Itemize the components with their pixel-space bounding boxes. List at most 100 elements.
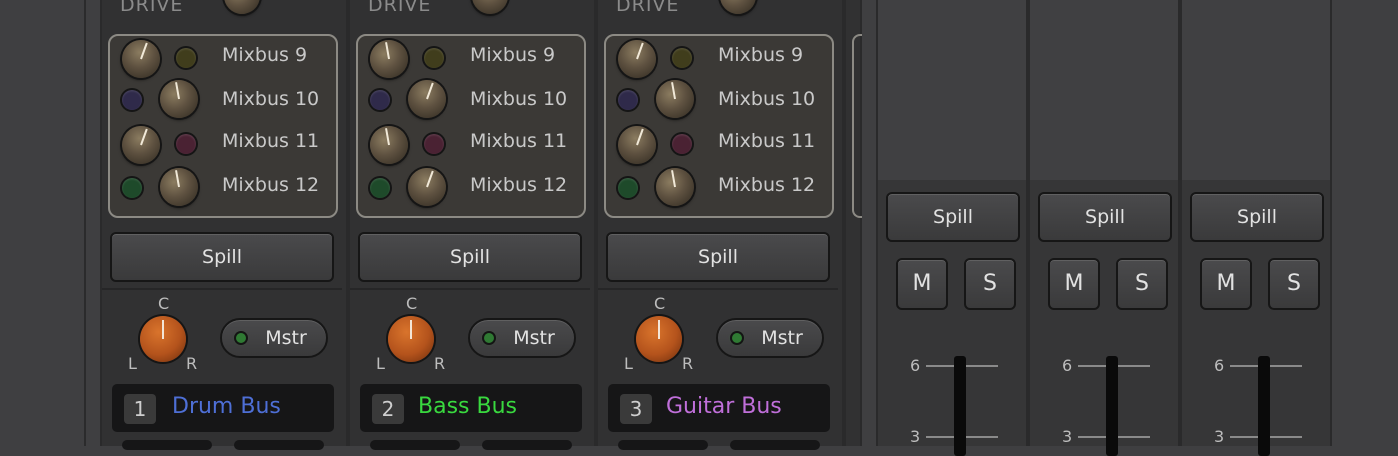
send-knob-mixbus-10[interactable]	[402, 74, 452, 124]
send-knob-mixbus-9[interactable]	[116, 34, 166, 84]
master-assign-led	[236, 333, 246, 343]
fader-track[interactable]	[1258, 356, 1270, 456]
master-assign-label: Mstr	[513, 327, 555, 349]
send-enable-led-mixbus-11[interactable]	[424, 134, 444, 154]
send-knob-mixbus-11[interactable]	[612, 120, 662, 170]
pan-left-label: L	[624, 354, 633, 373]
mute-button[interactable]: M	[896, 258, 948, 310]
send-enable-led-mixbus-12[interactable]	[618, 178, 638, 198]
right-empty-area	[1332, 0, 1398, 446]
send-enable-led-mixbus-10[interactable]	[370, 90, 390, 110]
spill-button[interactable]: Spill	[358, 232, 582, 282]
drive-label: DRIVE	[368, 0, 432, 16]
mixbus-sends-panel-edge	[852, 34, 862, 218]
pan-right-label: R	[434, 354, 446, 373]
fader-track[interactable]	[954, 356, 966, 456]
send-enable-led-mixbus-12[interactable]	[370, 178, 390, 198]
send-knob-mixbus-11[interactable]	[116, 120, 166, 170]
spill-button[interactable]: Spill	[606, 232, 830, 282]
send-label-mixbus-10: Mixbus 10	[718, 88, 816, 110]
send-enable-led-mixbus-10[interactable]	[122, 90, 142, 110]
bus-strip-2: DRIVE Mixbus 9 Mixbus 10 Mixbus 11 Mixbu…	[348, 0, 596, 450]
divider	[350, 288, 590, 290]
pan-knob[interactable]	[636, 316, 682, 362]
send-knob-mixbus-11[interactable]	[366, 122, 412, 168]
bus-name-button[interactable]: 2 Bass Bus	[360, 384, 582, 432]
mixbus-strip-top-area	[1182, 0, 1330, 180]
bus-bottom-button-b[interactable]	[234, 440, 324, 450]
bus-name: Bass Bus	[418, 394, 517, 419]
bus-name-button[interactable]: 1 Drum Bus	[112, 384, 334, 432]
bus-number: 3	[620, 394, 652, 424]
master-assign-button[interactable]: Mstr	[468, 318, 576, 358]
solo-button[interactable]: S	[1268, 258, 1320, 310]
fader-track[interactable]	[1106, 356, 1118, 456]
mixbus-sends-panel: Mixbus 9 Mixbus 10 Mixbus 11 Mixbus 12	[604, 34, 834, 218]
send-enable-led-mixbus-12[interactable]	[122, 178, 142, 198]
spill-button[interactable]: Spill	[110, 232, 334, 282]
send-knob-mixbus-12[interactable]	[652, 164, 698, 210]
pan-center-label: C	[654, 294, 666, 313]
drive-knob[interactable]	[717, 0, 759, 17]
send-knob-mixbus-10[interactable]	[156, 76, 202, 122]
master-assign-button[interactable]: Mstr	[716, 318, 824, 358]
send-enable-led-mixbus-10[interactable]	[618, 90, 638, 110]
spill-button[interactable]: Spill	[886, 192, 1020, 242]
send-knob-mixbus-9[interactable]	[612, 34, 662, 84]
solo-button[interactable]: S	[964, 258, 1016, 310]
send-knob-mixbus-12[interactable]	[156, 164, 202, 210]
master-assign-label: Mstr	[761, 327, 803, 349]
bus-bottom-button-a[interactable]	[618, 440, 708, 450]
drive-knob[interactable]	[221, 0, 263, 17]
mute-button[interactable]: M	[1200, 258, 1252, 310]
spill-button[interactable]: Spill	[1038, 192, 1172, 242]
solo-button[interactable]: S	[1116, 258, 1168, 310]
send-enable-led-mixbus-9[interactable]	[424, 48, 444, 68]
send-enable-led-mixbus-9[interactable]	[672, 48, 692, 68]
mute-button[interactable]: M	[1048, 258, 1100, 310]
mixbus-strip-top-area	[1030, 0, 1178, 180]
master-assign-button[interactable]: Mstr	[220, 318, 328, 358]
bus-name: Drum Bus	[172, 394, 281, 419]
spill-button[interactable]: Spill	[1190, 192, 1324, 242]
master-assign-led	[484, 333, 494, 343]
pan-right-label: R	[682, 354, 694, 373]
pan-knob[interactable]	[388, 316, 434, 362]
drive-knob[interactable]	[466, 0, 514, 20]
bus-name-button[interactable]: 3 Guitar Bus	[608, 384, 830, 432]
bus-bottom-button-b[interactable]	[730, 440, 820, 450]
send-label-mixbus-9: Mixbus 9	[718, 44, 804, 66]
send-label-mixbus-11: Mixbus 11	[222, 130, 320, 152]
pan-knob[interactable]	[140, 316, 186, 362]
drive-label: DRIVE	[120, 0, 184, 16]
send-label-mixbus-10: Mixbus 10	[470, 88, 568, 110]
send-knob-mixbus-10[interactable]	[652, 76, 698, 122]
mixbus-strip-1: Spill M S 6 3	[876, 0, 1028, 456]
pan-left-label: L	[376, 354, 385, 373]
fader-scale-label-6: 6	[1214, 356, 1225, 375]
send-label-mixbus-9: Mixbus 9	[470, 44, 556, 66]
mixbus-sends-panel: Mixbus 9 Mixbus 10 Mixbus 11 Mixbus 12	[356, 34, 586, 218]
send-label-mixbus-11: Mixbus 11	[718, 130, 816, 152]
send-enable-led-mixbus-11[interactable]	[672, 134, 692, 154]
pan-right-label: R	[186, 354, 198, 373]
pan-left-label: L	[128, 354, 137, 373]
bus-strip-1: DRIVE Mixbus 9 Mixbus 10 Mixbus 11 Mixbu…	[100, 0, 348, 450]
send-knob-mixbus-9[interactable]	[366, 36, 412, 82]
bus-bottom-button-b[interactable]	[482, 440, 572, 450]
send-knob-mixbus-12[interactable]	[402, 162, 452, 212]
drive-label: DRIVE	[616, 0, 680, 16]
bus-strip-3: DRIVE Mixbus 9 Mixbus 10 Mixbus 11 Mixbu…	[596, 0, 844, 450]
pan-center-label: C	[406, 294, 418, 313]
pan-center-label: C	[158, 294, 170, 313]
send-enable-led-mixbus-11[interactable]	[176, 134, 196, 154]
fader-scale-label-3: 3	[910, 427, 921, 446]
send-label-mixbus-12: Mixbus 12	[222, 174, 320, 196]
fader-scale-label-3: 3	[1214, 427, 1225, 446]
divider	[102, 288, 342, 290]
send-enable-led-mixbus-9[interactable]	[176, 48, 196, 68]
mixbus-sends-panel: Mixbus 9 Mixbus 10 Mixbus 11 Mixbus 12	[108, 34, 338, 218]
mixbus-strip-2: Spill M S 6 3	[1028, 0, 1180, 456]
bus-bottom-button-a[interactable]	[370, 440, 460, 450]
bus-bottom-button-a[interactable]	[122, 440, 212, 450]
